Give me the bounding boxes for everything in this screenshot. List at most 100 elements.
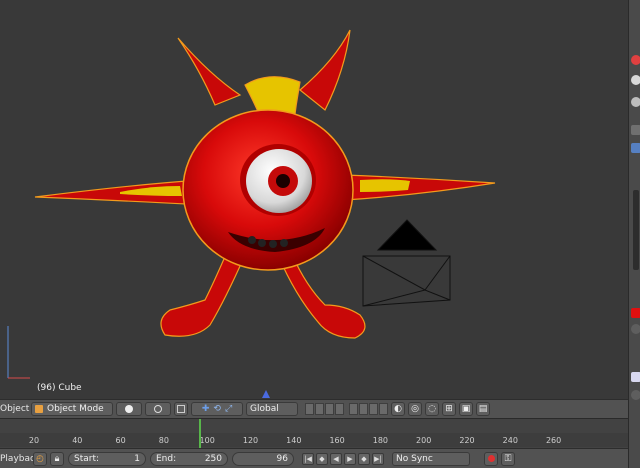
viewport-shading-button[interactable]	[116, 402, 142, 416]
end-label: End:	[156, 453, 177, 464]
timeline-tick-label: 180	[372, 436, 389, 445]
layer-button[interactable]	[379, 403, 388, 415]
magnet-icon: ◌	[428, 404, 436, 414]
timeline-tick-label: 120	[242, 436, 259, 445]
layer-button[interactable]	[305, 403, 314, 415]
lock-icon: ◐	[394, 404, 402, 414]
layer-button[interactable]	[325, 403, 334, 415]
timeline[interactable]: 20 40 60 80 100 120 140 160 180 200 220 240 260	[0, 418, 628, 449]
timeline-tick-label: 140	[286, 436, 302, 445]
object-menu[interactable]: Object	[0, 404, 29, 414]
timeline-tick-label: 80	[158, 436, 169, 445]
current-frame-field[interactable]: 96	[232, 451, 294, 466]
start-frame-field[interactable]: Start: 1	[68, 451, 146, 466]
camera-object[interactable]	[362, 219, 451, 307]
layer-grid-b[interactable]	[348, 403, 388, 415]
manipulator-buttons[interactable]: ✚ ⟲ ⤢	[191, 402, 243, 416]
timeline-tick-label: 160	[329, 436, 345, 445]
orientation-selector[interactable]: Global	[246, 402, 298, 416]
cube-icon	[35, 405, 43, 413]
current-frame-value: 96	[276, 453, 288, 464]
mode-label: Object Mode	[47, 404, 104, 414]
lock-icon: 🔒︎	[54, 453, 60, 464]
timeline-tick-label: 240	[502, 436, 518, 445]
record-icon	[487, 455, 495, 462]
transport-controls: |◀ ◆ ◀ ▶ ◆ ▶|	[300, 452, 384, 465]
auto-keying-button[interactable]	[484, 451, 498, 466]
playback-menu[interactable]: Playback	[0, 454, 40, 464]
manipulator-icon: ✚	[201, 404, 210, 414]
pivot-point-button[interactable]	[145, 402, 171, 416]
specular-color-swatch[interactable]	[631, 372, 640, 382]
timeline-tick-label: 220	[459, 436, 475, 445]
cursor-marker	[262, 390, 270, 398]
proportional-button[interactable]: ◎	[408, 402, 422, 416]
jump-start-icon[interactable]: |◀	[302, 452, 314, 465]
snap-target-button[interactable]: ⊞	[442, 402, 456, 416]
play-reverse-icon[interactable]: ◀	[330, 452, 342, 465]
timeline-tick-label: 200	[416, 436, 432, 445]
3d-viewport[interactable]: (96) Cube	[0, 0, 628, 399]
scale-icon: ⤢	[224, 404, 233, 414]
lock-camera-button[interactable]: ◐	[391, 402, 405, 416]
layer-button[interactable]	[349, 403, 358, 415]
tab-active-icon[interactable]	[631, 143, 640, 153]
start-value: 1	[134, 453, 140, 464]
axis-gizmo	[7, 326, 30, 379]
pivot-icon	[154, 405, 162, 413]
current-frame-indicator[interactable]	[198, 419, 201, 449]
key-icon: ⚿	[504, 453, 512, 464]
start-label: Start:	[74, 453, 100, 464]
snap-target-icon: ⊞	[445, 404, 453, 414]
rotate-icon: ⟲	[213, 404, 221, 414]
clock-icon: ◴	[36, 453, 44, 464]
layer-button[interactable]	[369, 403, 378, 415]
render-icon: ▣	[461, 404, 471, 414]
play-icon[interactable]: ▶	[344, 452, 356, 465]
mode-selector[interactable]: Object Mode	[31, 402, 113, 416]
diffuse-color-swatch[interactable]	[631, 308, 640, 318]
timeline-tick-label: 20	[28, 436, 40, 445]
properties-panel[interactable]	[628, 0, 640, 468]
view3d-header: Object Object Mode ✚ ⟲ ⤢ Global ◐ ◎ ◌ ⊞ …	[0, 399, 628, 418]
lock-range-button[interactable]: 🔒︎	[50, 451, 64, 466]
material-icon[interactable]	[631, 55, 640, 65]
orientation-label: Global	[250, 404, 279, 414]
render-preview-button[interactable]: ▣	[459, 402, 473, 416]
timeline-tick-label: 260	[545, 436, 562, 445]
sphere-icon	[125, 405, 133, 413]
use-preview-range-button[interactable]: ◴	[33, 451, 47, 466]
jump-end-icon[interactable]: ▶|	[372, 452, 384, 465]
next-keyframe-icon[interactable]: ◆	[358, 452, 370, 465]
radio-icon[interactable]	[631, 390, 640, 400]
layers-button[interactable]	[174, 402, 188, 416]
render-icon[interactable]	[631, 125, 640, 135]
timeline-ruler[interactable]	[0, 433, 628, 447]
keying-set-button[interactable]: ⚿	[501, 451, 515, 466]
timeline-tick-label: 100	[199, 436, 215, 445]
grid-small-icon	[177, 405, 185, 413]
color-ramp[interactable]	[633, 190, 639, 270]
snap-button[interactable]: ◌	[425, 402, 439, 416]
world-icon[interactable]	[631, 75, 640, 85]
sync-label: No Sync	[396, 453, 433, 464]
opengl-render-button[interactable]: ▤	[476, 402, 490, 416]
layer-button[interactable]	[359, 403, 368, 415]
sync-selector[interactable]: No Sync	[392, 451, 470, 466]
timeline-tick-label: 60	[115, 436, 126, 445]
timeline-tick-label: 40	[72, 436, 83, 445]
end-frame-field[interactable]: End: 250	[150, 451, 228, 466]
proportional-icon: ◎	[411, 404, 419, 414]
radio-icon[interactable]	[631, 324, 640, 334]
camera-icon: ▤	[478, 404, 488, 414]
layer-button[interactable]	[315, 403, 324, 415]
layer-grid-a[interactable]	[304, 403, 344, 415]
active-object-label: (96) Cube	[37, 383, 82, 393]
scene-render	[7, 29, 496, 398]
end-value: 250	[204, 453, 222, 464]
creature-eye	[240, 144, 316, 216]
texture-icon[interactable]	[631, 97, 640, 107]
timeline-header: Playback ◴ 🔒︎ Start: 1 End: 250 96 |◀ ◆ …	[0, 448, 628, 468]
prev-keyframe-icon[interactable]: ◆	[316, 452, 328, 465]
layer-button[interactable]	[335, 403, 344, 415]
